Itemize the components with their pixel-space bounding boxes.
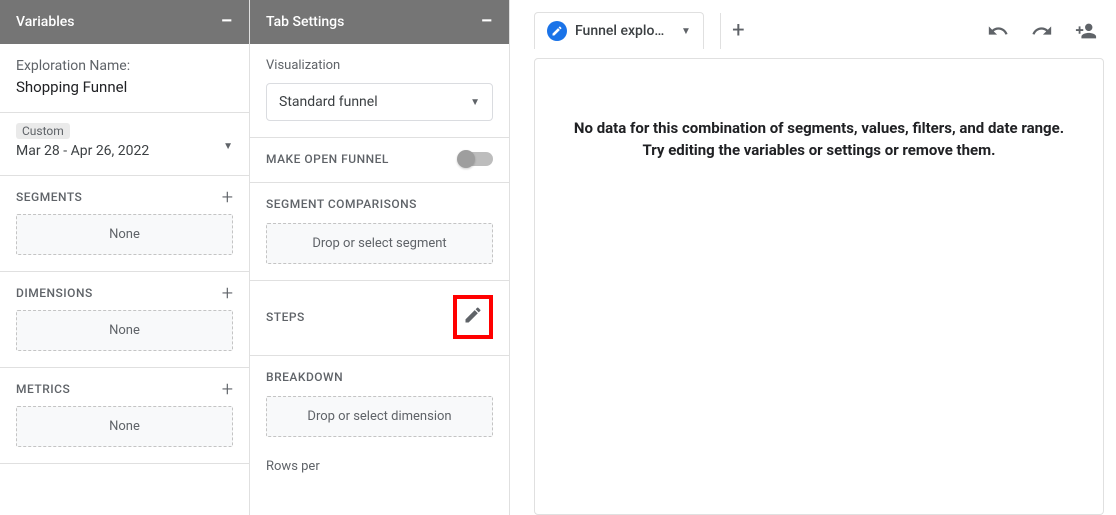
add-segment-button[interactable]: +: [222, 190, 233, 204]
tab-label: Funnel explor…: [575, 23, 667, 39]
tab-pencil-icon: [547, 21, 567, 41]
metrics-label: METRICS: [16, 382, 70, 396]
edit-steps-button[interactable]: [463, 305, 483, 329]
exploration-canvas: No data for this combination of segments…: [534, 58, 1104, 515]
dimensions-label: DIMENSIONS: [16, 286, 93, 300]
undo-button[interactable]: [980, 13, 1016, 49]
redo-icon: [1031, 20, 1053, 42]
rows-per-label: Rows per: [250, 445, 509, 478]
exploration-tab[interactable]: Funnel explor… ▼: [534, 12, 704, 49]
variables-panel: Variables − Exploration Name: Shopping F…: [0, 0, 250, 515]
tab-settings-header: Tab Settings −: [250, 0, 509, 44]
breakdown-section: BREAKDOWN Drop or select dimension: [250, 356, 509, 445]
redo-button[interactable]: [1024, 13, 1060, 49]
share-button[interactable]: [1068, 13, 1104, 49]
add-tab-button[interactable]: +: [720, 13, 756, 49]
variables-title: Variables: [16, 14, 74, 30]
segments-dropzone[interactable]: None: [16, 214, 233, 255]
exploration-name-label: Exploration Name:: [16, 58, 233, 74]
undo-icon: [987, 20, 1009, 42]
breakdown-dropzone[interactable]: Drop or select dimension: [266, 396, 493, 437]
no-data-line2: Try editing the variables or settings or…: [555, 141, 1083, 159]
main-area: Funnel explor… ▼ + No data for this comb…: [510, 0, 1116, 515]
chevron-down-icon: ▼: [223, 141, 233, 152]
visualization-section: Visualization Standard funnel ▼: [250, 44, 509, 138]
exploration-name-block[interactable]: Exploration Name: Shopping Funnel: [0, 44, 249, 113]
segments-label: SEGMENTS: [16, 190, 82, 204]
tab-settings-title: Tab Settings: [266, 14, 344, 30]
tab-settings-panel: Tab Settings − Visualization Standard fu…: [250, 0, 510, 515]
dimensions-dropzone[interactable]: None: [16, 310, 233, 351]
steps-label: STEPS: [266, 310, 305, 324]
no-data-line1: No data for this combination of segments…: [555, 119, 1083, 137]
date-range-value: Mar 28 - Apr 26, 2022: [16, 143, 233, 159]
add-metric-button[interactable]: +: [222, 382, 233, 396]
date-range-picker[interactable]: Custom Mar 28 - Apr 26, 2022 ▼: [0, 113, 249, 176]
pencil-icon: [463, 305, 483, 325]
exploration-name-value: Shopping Funnel: [16, 78, 233, 96]
open-funnel-section: MAKE OPEN FUNNEL: [250, 138, 509, 183]
chevron-down-icon: ▼: [470, 97, 480, 108]
open-funnel-label: MAKE OPEN FUNNEL: [266, 152, 389, 166]
segment-comparisons-label: SEGMENT COMPARISONS: [266, 197, 493, 211]
open-funnel-toggle[interactable]: [459, 152, 493, 166]
metrics-dropzone[interactable]: None: [16, 406, 233, 447]
visualization-value: Standard funnel: [279, 94, 378, 110]
edit-steps-highlight: [453, 295, 493, 339]
date-custom-badge: Custom: [16, 123, 70, 139]
steps-section: STEPS: [250, 281, 509, 356]
metrics-section: METRICS + None: [0, 368, 249, 464]
breakdown-label: BREAKDOWN: [266, 370, 493, 384]
dimensions-section: DIMENSIONS + None: [0, 272, 249, 368]
segment-comparisons-section: SEGMENT COMPARISONS Drop or select segme…: [250, 183, 509, 281]
segment-comparisons-dropzone[interactable]: Drop or select segment: [266, 223, 493, 264]
visualization-label: Visualization: [266, 58, 493, 73]
main-header: Funnel explor… ▼ +: [534, 8, 1104, 59]
collapse-variables-icon[interactable]: −: [221, 17, 233, 27]
person-add-icon: [1075, 20, 1097, 42]
collapse-tab-settings-icon[interactable]: −: [481, 17, 493, 27]
visualization-select[interactable]: Standard funnel ▼: [266, 83, 493, 121]
segments-section: SEGMENTS + None: [0, 176, 249, 272]
variables-header: Variables −: [0, 0, 249, 44]
chevron-down-icon: ▼: [681, 26, 691, 37]
add-dimension-button[interactable]: +: [222, 286, 233, 300]
